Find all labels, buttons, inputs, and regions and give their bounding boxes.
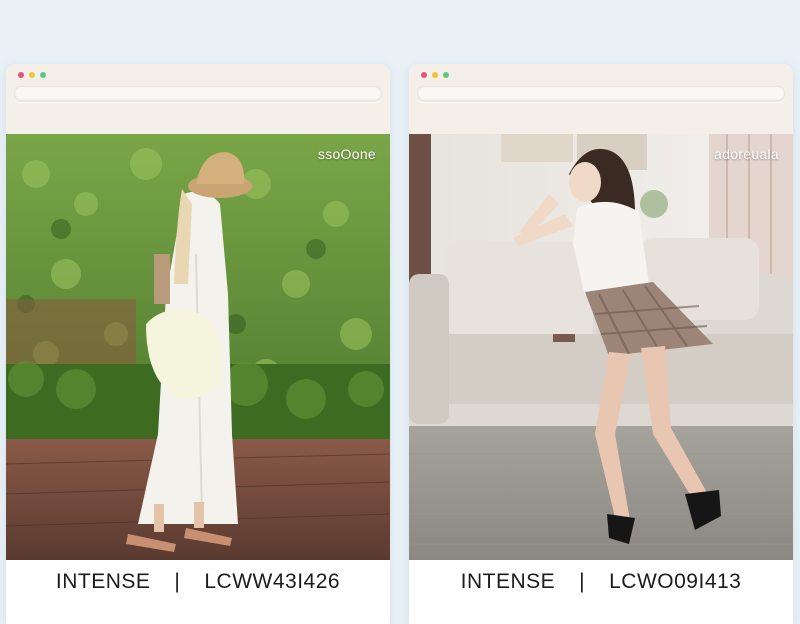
caption-separator: | xyxy=(579,570,586,593)
maximize-dot-icon[interactable] xyxy=(443,72,449,78)
product-card-1[interactable]: ssoOone INTENSE | LCWW43I426 xyxy=(6,64,390,624)
product-photo[interactable]: ssoOone xyxy=(6,134,390,560)
photo-illustration xyxy=(6,134,390,560)
product-code: LCWO09I413 xyxy=(609,570,742,593)
window-controls xyxy=(421,72,449,78)
minimize-dot-icon[interactable] xyxy=(432,72,438,78)
product-card-2[interactable]: adoreuala INTENSE | LCWO09I413 xyxy=(409,64,793,624)
close-dot-icon[interactable] xyxy=(18,72,24,78)
product-photo[interactable]: adoreuala xyxy=(409,134,793,560)
product-caption: INTENSE | LCWO09I413 xyxy=(409,560,793,604)
window-controls xyxy=(18,72,46,78)
address-bar[interactable] xyxy=(14,86,382,102)
browser-chrome xyxy=(409,64,793,134)
close-dot-icon[interactable] xyxy=(421,72,427,78)
address-bar[interactable] xyxy=(417,86,785,102)
photo-illustration xyxy=(409,134,793,560)
maximize-dot-icon[interactable] xyxy=(40,72,46,78)
instagram-handle: ssoOone xyxy=(317,146,376,162)
instagram-handle: adoreuala xyxy=(714,146,779,162)
browser-chrome xyxy=(6,64,390,134)
product-code: LCWW43I426 xyxy=(204,570,341,593)
brand-name: INTENSE xyxy=(460,570,556,593)
product-caption: INTENSE | LCWW43I426 xyxy=(6,560,390,604)
caption-separator: | xyxy=(174,570,181,593)
minimize-dot-icon[interactable] xyxy=(29,72,35,78)
brand-name: INTENSE xyxy=(55,570,151,593)
